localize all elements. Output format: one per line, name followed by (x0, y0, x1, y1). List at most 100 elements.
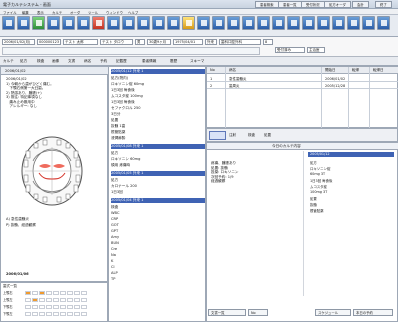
tooth-cell[interactable] (39, 291, 45, 295)
history-row-17[interactable]: 処方 (111, 178, 118, 183)
tooth-cell[interactable] (74, 291, 80, 295)
today-item-3[interactable]: 60mg 3T (310, 172, 325, 176)
tool-document[interactable] (107, 16, 120, 30)
tool-save[interactable] (197, 16, 210, 30)
tooth-cell[interactable] (67, 291, 73, 295)
tooth-cell[interactable] (67, 312, 73, 316)
tab-log[interactable]: 履歴 (170, 59, 177, 64)
tooth-cell[interactable] (53, 305, 59, 309)
tool-layout[interactable] (332, 16, 345, 30)
history-row-31[interactable]: Cl (111, 265, 115, 269)
patient-age-field[interactable]: 30歳9ヶ月 (147, 39, 171, 45)
tool-list[interactable] (287, 16, 300, 30)
today-item-5[interactable]: ムコスタ錠 (310, 184, 327, 189)
tool-lab[interactable] (47, 16, 60, 30)
history-row-19[interactable]: 1日3回 (111, 190, 123, 195)
bottom-tab-no[interactable]: No (248, 309, 268, 316)
tooth-cell[interactable] (32, 298, 38, 302)
tooth-cell[interactable] (46, 291, 52, 295)
tooth-cell[interactable] (81, 312, 87, 316)
history-row-25[interactable]: GPT (111, 229, 118, 233)
today-item-7[interactable]: 処置 (310, 196, 317, 201)
tool-window[interactable] (347, 16, 360, 30)
tool-print[interactable] (182, 16, 195, 30)
tool-help[interactable] (362, 16, 375, 30)
order-tab-injection[interactable]: 注射 (229, 133, 236, 138)
order-tab-lab[interactable]: 検査 (248, 133, 255, 138)
history-row-32[interactable]: ALP (111, 271, 118, 275)
today-item-8[interactable]: 抜髄 (310, 202, 317, 207)
order-tab-treatment[interactable]: 処置 (264, 133, 271, 138)
tooth-cell[interactable] (74, 312, 80, 316)
tooth-cell[interactable] (32, 291, 38, 295)
tool-referral[interactable] (167, 16, 180, 30)
tooth-cell[interactable] (32, 305, 38, 309)
history-row-16[interactable]: 2005/01/05 外来 1 (111, 171, 143, 176)
date-field[interactable]: 2006/01/02(月) (2, 39, 35, 45)
top-button-1[interactable]: 患者一覧 (278, 1, 302, 8)
tooth-cell[interactable] (60, 291, 66, 295)
tab-disease[interactable]: 病名 (84, 59, 91, 64)
tool-settings[interactable] (227, 16, 240, 30)
history-row-1[interactable]: 処方(院内) (111, 76, 128, 81)
history-row-22[interactable]: WBC (111, 211, 119, 215)
bottom-tab-schedule[interactable]: スケジュール (315, 309, 351, 316)
tab-lab[interactable]: 検査 (37, 59, 44, 64)
history-row-27[interactable]: BUN (111, 241, 119, 245)
today-item-4[interactable]: 1日3回 毎食後 (310, 178, 332, 183)
tab-chart[interactable]: カルテ (3, 59, 14, 64)
top-button-2[interactable]: 受付状況 (301, 1, 325, 8)
tool-prescription[interactable] (17, 16, 30, 30)
tooth-cell[interactable] (39, 312, 45, 316)
department-field[interactable]: 歯科口腔外科 (219, 39, 261, 45)
tool-billing[interactable] (137, 16, 150, 30)
history-row-23[interactable]: CRP (111, 217, 118, 221)
tooth-cell[interactable] (67, 298, 73, 302)
tool-lab-result[interactable] (272, 16, 285, 30)
tab-schema[interactable]: スキーマ (190, 59, 204, 64)
history-row-14[interactable]: ロキソニン 60mg (111, 157, 140, 162)
history-row-8[interactable]: 処置 (111, 118, 118, 123)
tooth-cell[interactable] (53, 312, 59, 316)
history-row-9[interactable]: 抜髄 1歯 (111, 124, 125, 129)
patient-kana-field[interactable]: テスト タロウ (100, 39, 133, 45)
tool-image[interactable] (62, 16, 75, 30)
tool-search[interactable] (212, 16, 225, 30)
tab-image[interactable]: 画像 (52, 59, 59, 64)
history-row-13[interactable]: 処方 (111, 151, 118, 156)
history-row-12[interactable]: 2005/01/08 外来 1 (111, 144, 143, 149)
history-row-18[interactable]: カロナール 200 (111, 184, 137, 189)
tool-mail[interactable] (302, 16, 315, 30)
tooth-cell[interactable] (25, 312, 31, 316)
history-row-33[interactable]: TP (111, 277, 115, 281)
tooth-cell[interactable] (25, 298, 31, 302)
patient-birth-field[interactable]: 1975/04/01 (173, 39, 203, 45)
tooth-cell[interactable] (60, 298, 66, 302)
tooth-cell[interactable] (60, 305, 66, 309)
today-item-6[interactable]: 100mg 3T (310, 190, 327, 194)
tooth-cell[interactable] (74, 305, 80, 309)
tooth-cell[interactable] (25, 305, 31, 309)
tooth-cell[interactable] (74, 298, 80, 302)
tooth-cell[interactable] (46, 312, 52, 316)
tool-surgery[interactable] (122, 16, 135, 30)
history-row-5[interactable]: 1日3回 毎食後 (111, 100, 135, 105)
tooth-cell[interactable] (81, 305, 87, 309)
tooth-cell[interactable] (53, 291, 59, 295)
tab-prescription[interactable]: 処方 (20, 59, 27, 64)
patient-sex-field[interactable]: 男 (135, 39, 145, 45)
history-row-3[interactable]: 1日3回 毎食後 (111, 88, 135, 93)
tool-diagnosis[interactable] (152, 16, 165, 30)
top-button-3[interactable]: 処方オーダ (324, 1, 351, 8)
today-item-1[interactable]: 処方 (310, 160, 317, 165)
tooth-cell[interactable] (46, 298, 52, 302)
history-row-21[interactable]: 検査 (111, 205, 118, 210)
today-item-9[interactable]: 根管貼薬 (310, 208, 324, 213)
history-row-20[interactable]: 2005/01/04 外来 1 (111, 198, 143, 203)
history-row-30[interactable]: K (111, 259, 113, 263)
tooth-cell[interactable] (39, 305, 45, 309)
history-row-24[interactable]: GOT (111, 223, 119, 227)
tab-document[interactable]: 文書 (68, 59, 75, 64)
tool-exit[interactable] (377, 16, 390, 30)
tooth-cell[interactable] (25, 291, 31, 295)
